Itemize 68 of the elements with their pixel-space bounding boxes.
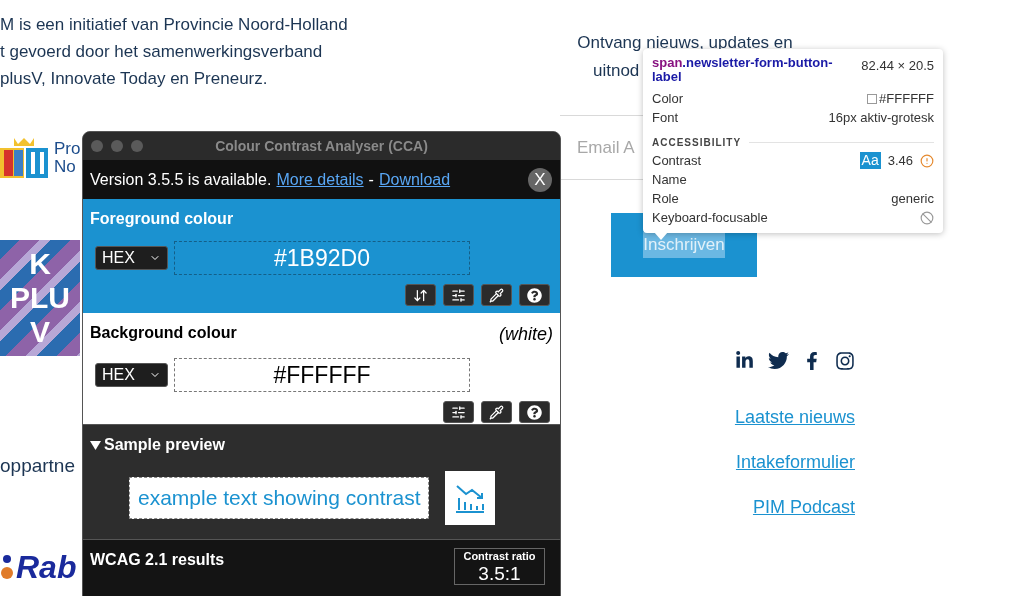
logo-letters: K	[29, 247, 51, 281]
bank-logo-icon	[0, 553, 14, 580]
tooltip-value: generic	[891, 189, 934, 208]
section-heading: WCAG 2.1 results	[90, 550, 225, 570]
newsletter-heading-line: uitnod	[593, 60, 640, 82]
sample-text: example text showing contrast	[129, 477, 430, 519]
swap-button[interactable]	[405, 284, 436, 306]
eyedropper-icon	[489, 404, 504, 420]
not-allowed-icon	[920, 210, 934, 225]
contrast-sample-badge: Aa	[859, 152, 881, 169]
eyedropper-icon	[489, 287, 504, 303]
partners-heading: oppartne	[0, 454, 76, 478]
element-selector: span.newsletter-form-button-label	[652, 56, 834, 84]
intro-text-line: t gevoerd door het samenwerkingsverband	[0, 41, 324, 63]
footer-link[interactable]: Laatste nieuws	[734, 404, 855, 430]
tooltip-value: #FFFFFF	[879, 89, 934, 108]
eyedropper-button[interactable]	[481, 284, 512, 306]
instagram-icon[interactable]	[835, 350, 855, 371]
tooltip-label: Role	[652, 189, 679, 208]
format-select[interactable]: HEX	[95, 363, 168, 387]
footer-link[interactable]: Intakeformulier	[735, 449, 855, 475]
help-button[interactable]	[519, 401, 550, 423]
twitter-icon[interactable]	[768, 350, 789, 371]
linkedin-icon[interactable]	[735, 351, 754, 370]
sliders-icon	[451, 404, 466, 420]
chart-icon	[454, 482, 487, 514]
format-select[interactable]: HEX	[95, 246, 168, 270]
help-icon	[527, 287, 542, 303]
hex-field[interactable]: #FFFFFF	[174, 358, 470, 392]
adjust-button[interactable]	[443, 401, 474, 423]
disclosure-triangle-icon	[90, 439, 101, 451]
help-button[interactable]	[519, 284, 550, 306]
tooltip-value: 16px aktiv-grotesk	[828, 108, 934, 127]
sliders-icon	[451, 287, 466, 303]
adjust-button[interactable]	[443, 284, 474, 306]
close-button[interactable]: X	[528, 167, 552, 192]
window-title: Colour Contrast Analyser (CCA)	[215, 136, 428, 156]
tooltip-value: 3.46	[887, 151, 913, 170]
tooltip-label: Name	[652, 170, 687, 189]
notice-link[interactable]: Download	[378, 167, 451, 192]
tooltip-label: Font	[652, 108, 678, 127]
sample-preview-toggle[interactable]: Sample preview	[83, 433, 225, 457]
province-logo-text: No	[54, 158, 77, 176]
province-logo-text: Pro	[54, 140, 81, 158]
button-label-highlight: Inschrijven	[643, 232, 725, 258]
tooltip-label: Color	[652, 89, 684, 108]
logo-letters: V	[30, 315, 50, 349]
color-swatch	[867, 93, 878, 104]
intro-text-line: M is een initiatief van Provincie Noord-Holland	[0, 14, 349, 36]
section-heading: Foreground colour	[89, 210, 234, 227]
section-label: ACCESSIBILITY	[652, 135, 742, 150]
tooltip-label: Contrast	[652, 151, 702, 170]
footer-link[interactable]: PIM Podcast	[752, 494, 855, 520]
section-heading: Background colour	[90, 323, 237, 343]
help-icon	[527, 404, 542, 420]
eyedropper-button[interactable]	[481, 401, 512, 423]
notice-link[interactable]: More details	[276, 167, 364, 192]
element-size: 82.44 × 20.5	[861, 57, 934, 75]
newsletter-heading-line: Ontvang nieuws, updates en	[577, 32, 793, 54]
bank-logo-text: Rab	[16, 550, 77, 583]
swap-icon	[413, 287, 428, 303]
ratio-label: Contrast ratio	[463, 549, 536, 563]
notice-text: Version 3.5.5 is available.	[90, 169, 272, 190]
warning-icon	[920, 153, 934, 168]
separator-text: -	[368, 169, 374, 190]
colour-name-note: (white)	[499, 323, 553, 346]
ratio-value: 3.5:1	[478, 562, 521, 584]
intro-text-line: plusV, Innovate Today en Preneurz.	[0, 68, 269, 90]
